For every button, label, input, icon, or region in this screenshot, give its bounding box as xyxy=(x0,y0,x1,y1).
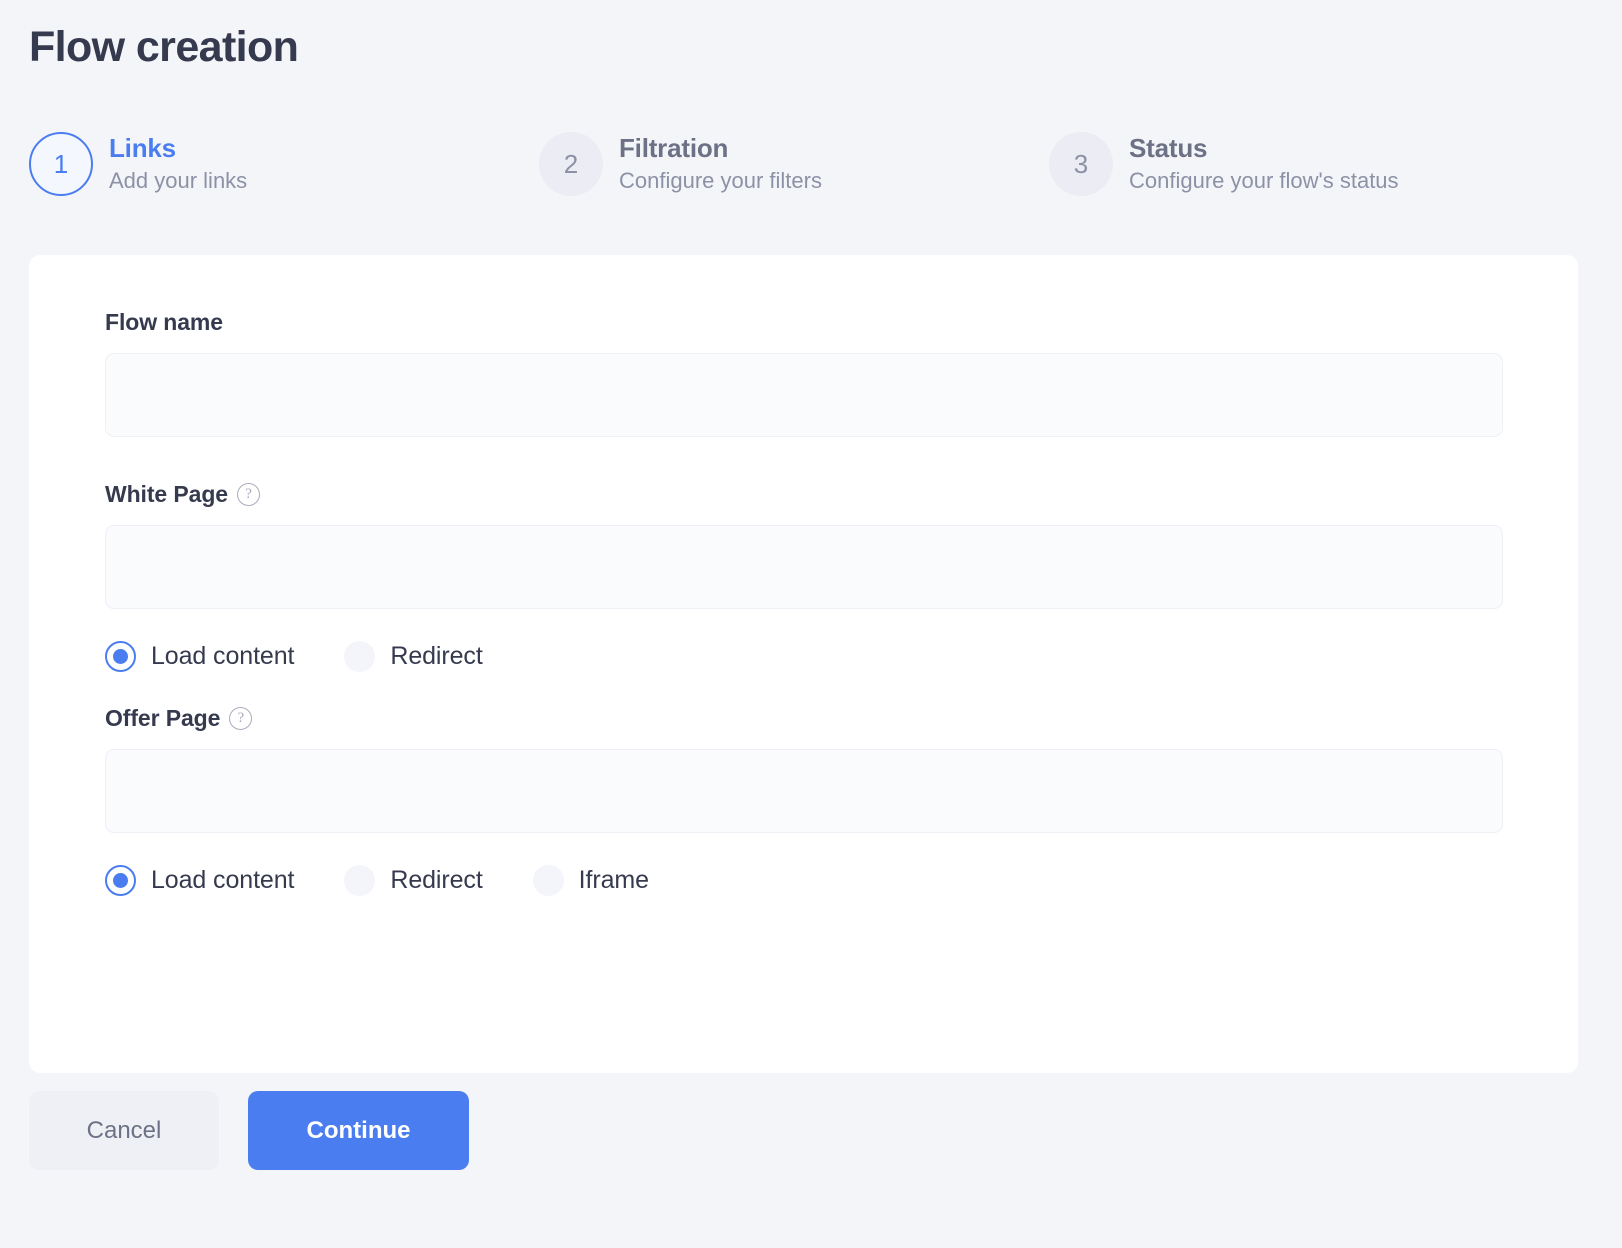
question-mark-circle-icon[interactable]: ? xyxy=(237,483,260,506)
label-offer-page: Offer Page ? xyxy=(105,707,1502,730)
label-offer-page-text: Offer Page xyxy=(105,707,220,730)
radio-offer-page-redirect[interactable]: Redirect xyxy=(344,865,482,896)
offer-page-mode-radio-group: Load content Redirect Iframe xyxy=(105,865,1502,896)
radio-white-page-redirect[interactable]: Redirect xyxy=(344,641,482,672)
radio-selected-icon xyxy=(105,865,136,896)
radio-offer-page-load-content-label: Load content xyxy=(151,868,294,893)
step-text-2: Filtration Configure your filters xyxy=(619,134,822,194)
step-item-filtration[interactable]: 2 Filtration Configure your filters xyxy=(539,132,1049,196)
step-item-status[interactable]: 3 Status Configure your flow's status xyxy=(1049,132,1569,196)
page-title: Flow creation xyxy=(29,24,298,71)
label-flow-name-text: Flow name xyxy=(105,311,223,334)
radio-offer-page-load-content[interactable]: Load content xyxy=(105,865,294,896)
radio-offer-page-iframe-label: Iframe xyxy=(579,868,649,893)
radio-white-page-load-content[interactable]: Load content xyxy=(105,641,294,672)
step-title-1: Links xyxy=(109,134,247,164)
cancel-button[interactable]: Cancel xyxy=(29,1091,219,1170)
field-flow-name: Flow name xyxy=(105,311,1502,437)
white-page-mode-radio-group: Load content Redirect xyxy=(105,641,1502,672)
field-white-page: White Page ? xyxy=(105,483,1502,609)
step-title-2: Filtration xyxy=(619,134,822,164)
white-page-input[interactable] xyxy=(105,525,1503,609)
step-text-3: Status Configure your flow's status xyxy=(1129,134,1399,194)
step-number-badge-1: 1 xyxy=(29,132,93,196)
radio-offer-page-iframe[interactable]: Iframe xyxy=(533,865,649,896)
radio-unselected-icon xyxy=(533,865,564,896)
radio-offer-page-redirect-label: Redirect xyxy=(390,868,482,893)
step-text-1: Links Add your links xyxy=(109,134,247,194)
radio-white-page-load-content-label: Load content xyxy=(151,644,294,669)
flow-creation-page: Flow creation 1 Links Add your links 2 F… xyxy=(0,0,1622,1248)
step-number-badge-3: 3 xyxy=(1049,132,1113,196)
field-offer-page: Offer Page ? xyxy=(105,707,1502,833)
step-title-3: Status xyxy=(1129,134,1399,164)
flow-name-input[interactable] xyxy=(105,353,1503,437)
form-actions: Cancel Continue xyxy=(29,1091,469,1170)
radio-selected-icon xyxy=(105,641,136,672)
step-subtitle-2: Configure your filters xyxy=(619,168,822,194)
step-subtitle-3: Configure your flow's status xyxy=(1129,168,1399,194)
step-item-links[interactable]: 1 Links Add your links xyxy=(29,132,539,196)
flow-form: Flow name White Page ? Load content xyxy=(29,255,1578,896)
question-mark-circle-icon[interactable]: ? xyxy=(229,707,252,730)
stepper: 1 Links Add your links 2 Filtration Conf… xyxy=(29,132,1589,196)
radio-unselected-icon xyxy=(344,641,375,672)
radio-white-page-redirect-label: Redirect xyxy=(390,644,482,669)
offer-page-input[interactable] xyxy=(105,749,1503,833)
radio-unselected-icon xyxy=(344,865,375,896)
label-flow-name: Flow name xyxy=(105,311,1502,334)
label-white-page: White Page ? xyxy=(105,483,1502,506)
continue-button[interactable]: Continue xyxy=(248,1091,469,1170)
label-white-page-text: White Page xyxy=(105,483,228,506)
flow-form-card: Flow name White Page ? Load content xyxy=(29,255,1578,1073)
step-number-badge-2: 2 xyxy=(539,132,603,196)
step-subtitle-1: Add your links xyxy=(109,168,247,194)
